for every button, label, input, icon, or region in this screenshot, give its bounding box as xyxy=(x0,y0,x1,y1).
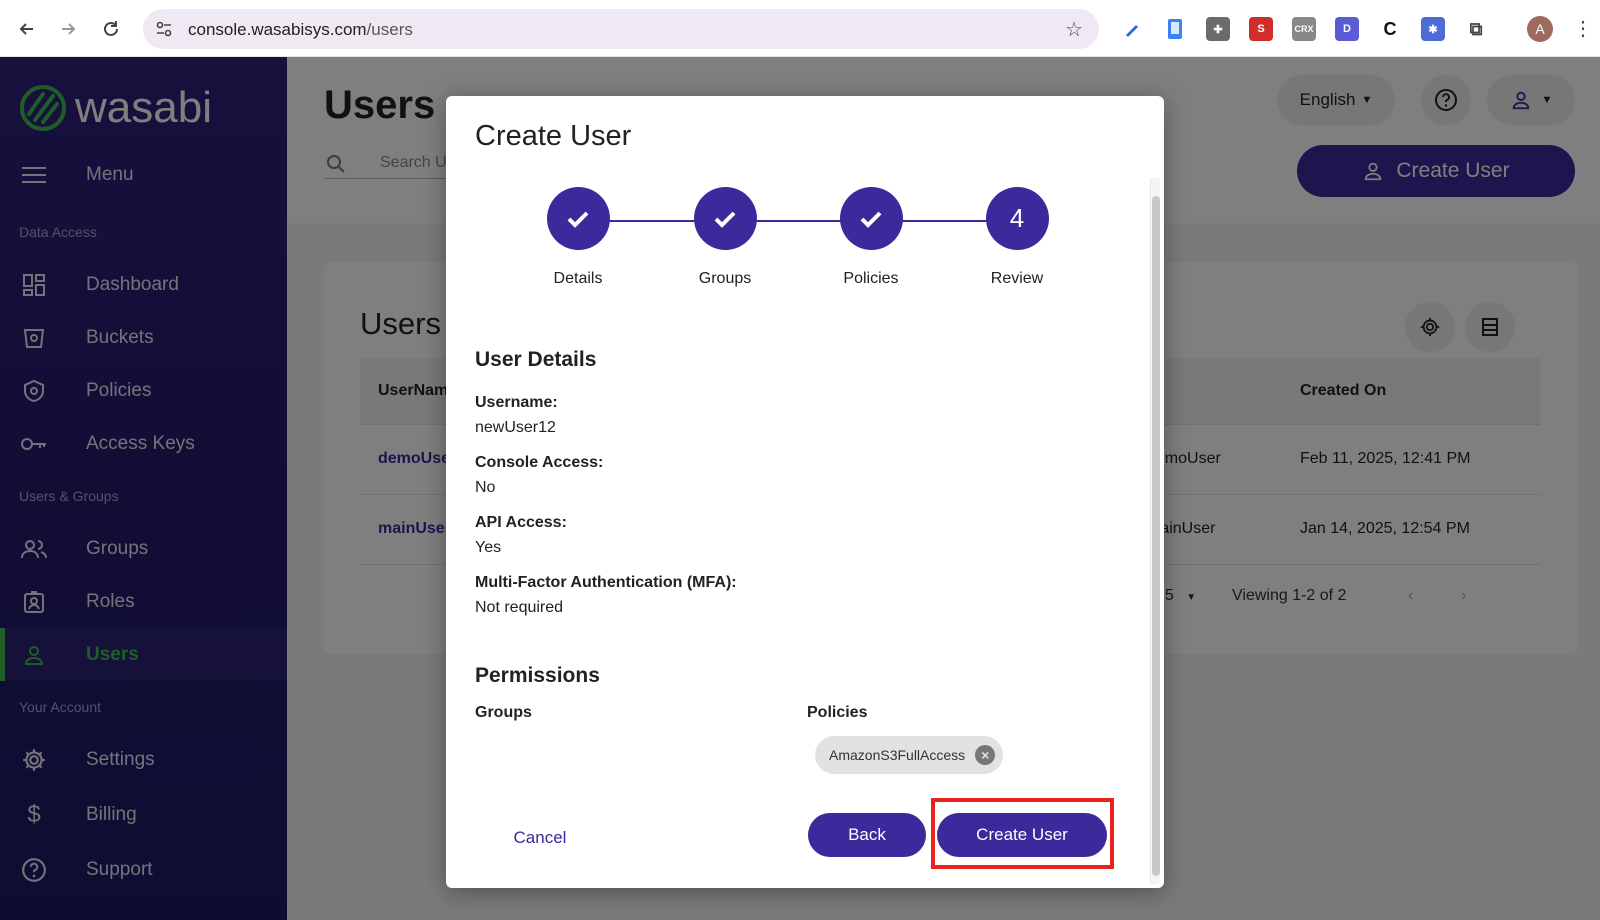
step-label: Details xyxy=(553,270,603,287)
user-details-heading: User Details xyxy=(475,348,597,371)
back-arrow-icon[interactable] xyxy=(12,14,42,44)
mfa-label: Multi-Factor Authentication (MFA): xyxy=(475,574,737,591)
check-icon xyxy=(839,187,903,250)
permissions-heading: Permissions xyxy=(475,664,600,687)
crx-icon[interactable]: CRX xyxy=(1292,17,1316,41)
groups-label: Groups xyxy=(475,704,532,721)
reload-icon[interactable] xyxy=(96,14,126,44)
create-user-dialog: Create User Details Groups Policies 4 Re… xyxy=(446,96,1164,888)
site-settings-icon[interactable] xyxy=(153,18,175,40)
step-number: 4 xyxy=(985,187,1049,250)
check-icon xyxy=(693,187,757,250)
pen-icon[interactable] xyxy=(1120,17,1144,41)
step-label: Groups xyxy=(698,270,752,287)
forward-arrow-icon[interactable] xyxy=(53,14,83,44)
browser-menu-icon[interactable]: ⋮ xyxy=(1573,16,1593,41)
back-button[interactable]: Back xyxy=(808,813,926,857)
step-details: Details xyxy=(508,187,648,288)
browser-toolbar: console.wasabisys.com/users ☆ ✚ S CRX D … xyxy=(0,0,1600,57)
policy-chip-label: AmazonS3FullAccess xyxy=(829,747,966,763)
address-bar[interactable]: console.wasabisys.com/users ☆ xyxy=(143,9,1099,49)
console-access-label: Console Access: xyxy=(475,454,604,471)
doc-icon[interactable] xyxy=(1163,17,1187,41)
api-access-label: API Access: xyxy=(475,514,567,531)
api-access-value: Yes xyxy=(475,539,502,556)
url-text: console.wasabisys.com/users xyxy=(188,20,413,40)
url-host: console.wasabisys.com xyxy=(188,20,367,39)
extensions-icon[interactable]: ⧉ xyxy=(1464,17,1488,41)
url-path: /users xyxy=(366,20,413,39)
step-label: Review xyxy=(990,270,1044,287)
remove-chip-icon[interactable]: × xyxy=(975,745,996,765)
step-review: 4 Review xyxy=(947,187,1087,288)
step-groups: Groups xyxy=(655,187,795,288)
step-policies: Policies xyxy=(801,187,941,288)
bookmark-star-icon[interactable]: ☆ xyxy=(1065,17,1083,42)
policies-label: Policies xyxy=(807,704,868,721)
step-label: Policies xyxy=(843,270,899,287)
username-label: Username: xyxy=(475,394,558,411)
extension-puzzle-blue-icon[interactable]: ✱ xyxy=(1421,17,1445,41)
check-icon xyxy=(546,187,610,250)
scrollbar-thumb[interactable] xyxy=(1152,196,1160,876)
username-value: newUser12 xyxy=(475,419,556,436)
policy-chip: AmazonS3FullAccess × xyxy=(815,736,1004,774)
dialog-scrollbar[interactable] xyxy=(1150,178,1160,884)
mfa-value: Not required xyxy=(475,599,564,616)
c-icon[interactable]: C xyxy=(1378,17,1402,41)
d-icon[interactable]: D xyxy=(1335,17,1359,41)
puzzle-app-icon[interactable]: ✚ xyxy=(1206,17,1230,41)
profile-avatar[interactable]: A xyxy=(1527,16,1553,42)
cancel-button[interactable]: Cancel xyxy=(500,816,580,860)
highlight-box xyxy=(931,798,1114,869)
seo-icon[interactable]: S xyxy=(1249,17,1273,41)
console-access-value: No xyxy=(475,479,496,496)
dialog-title: Create User xyxy=(475,120,632,152)
